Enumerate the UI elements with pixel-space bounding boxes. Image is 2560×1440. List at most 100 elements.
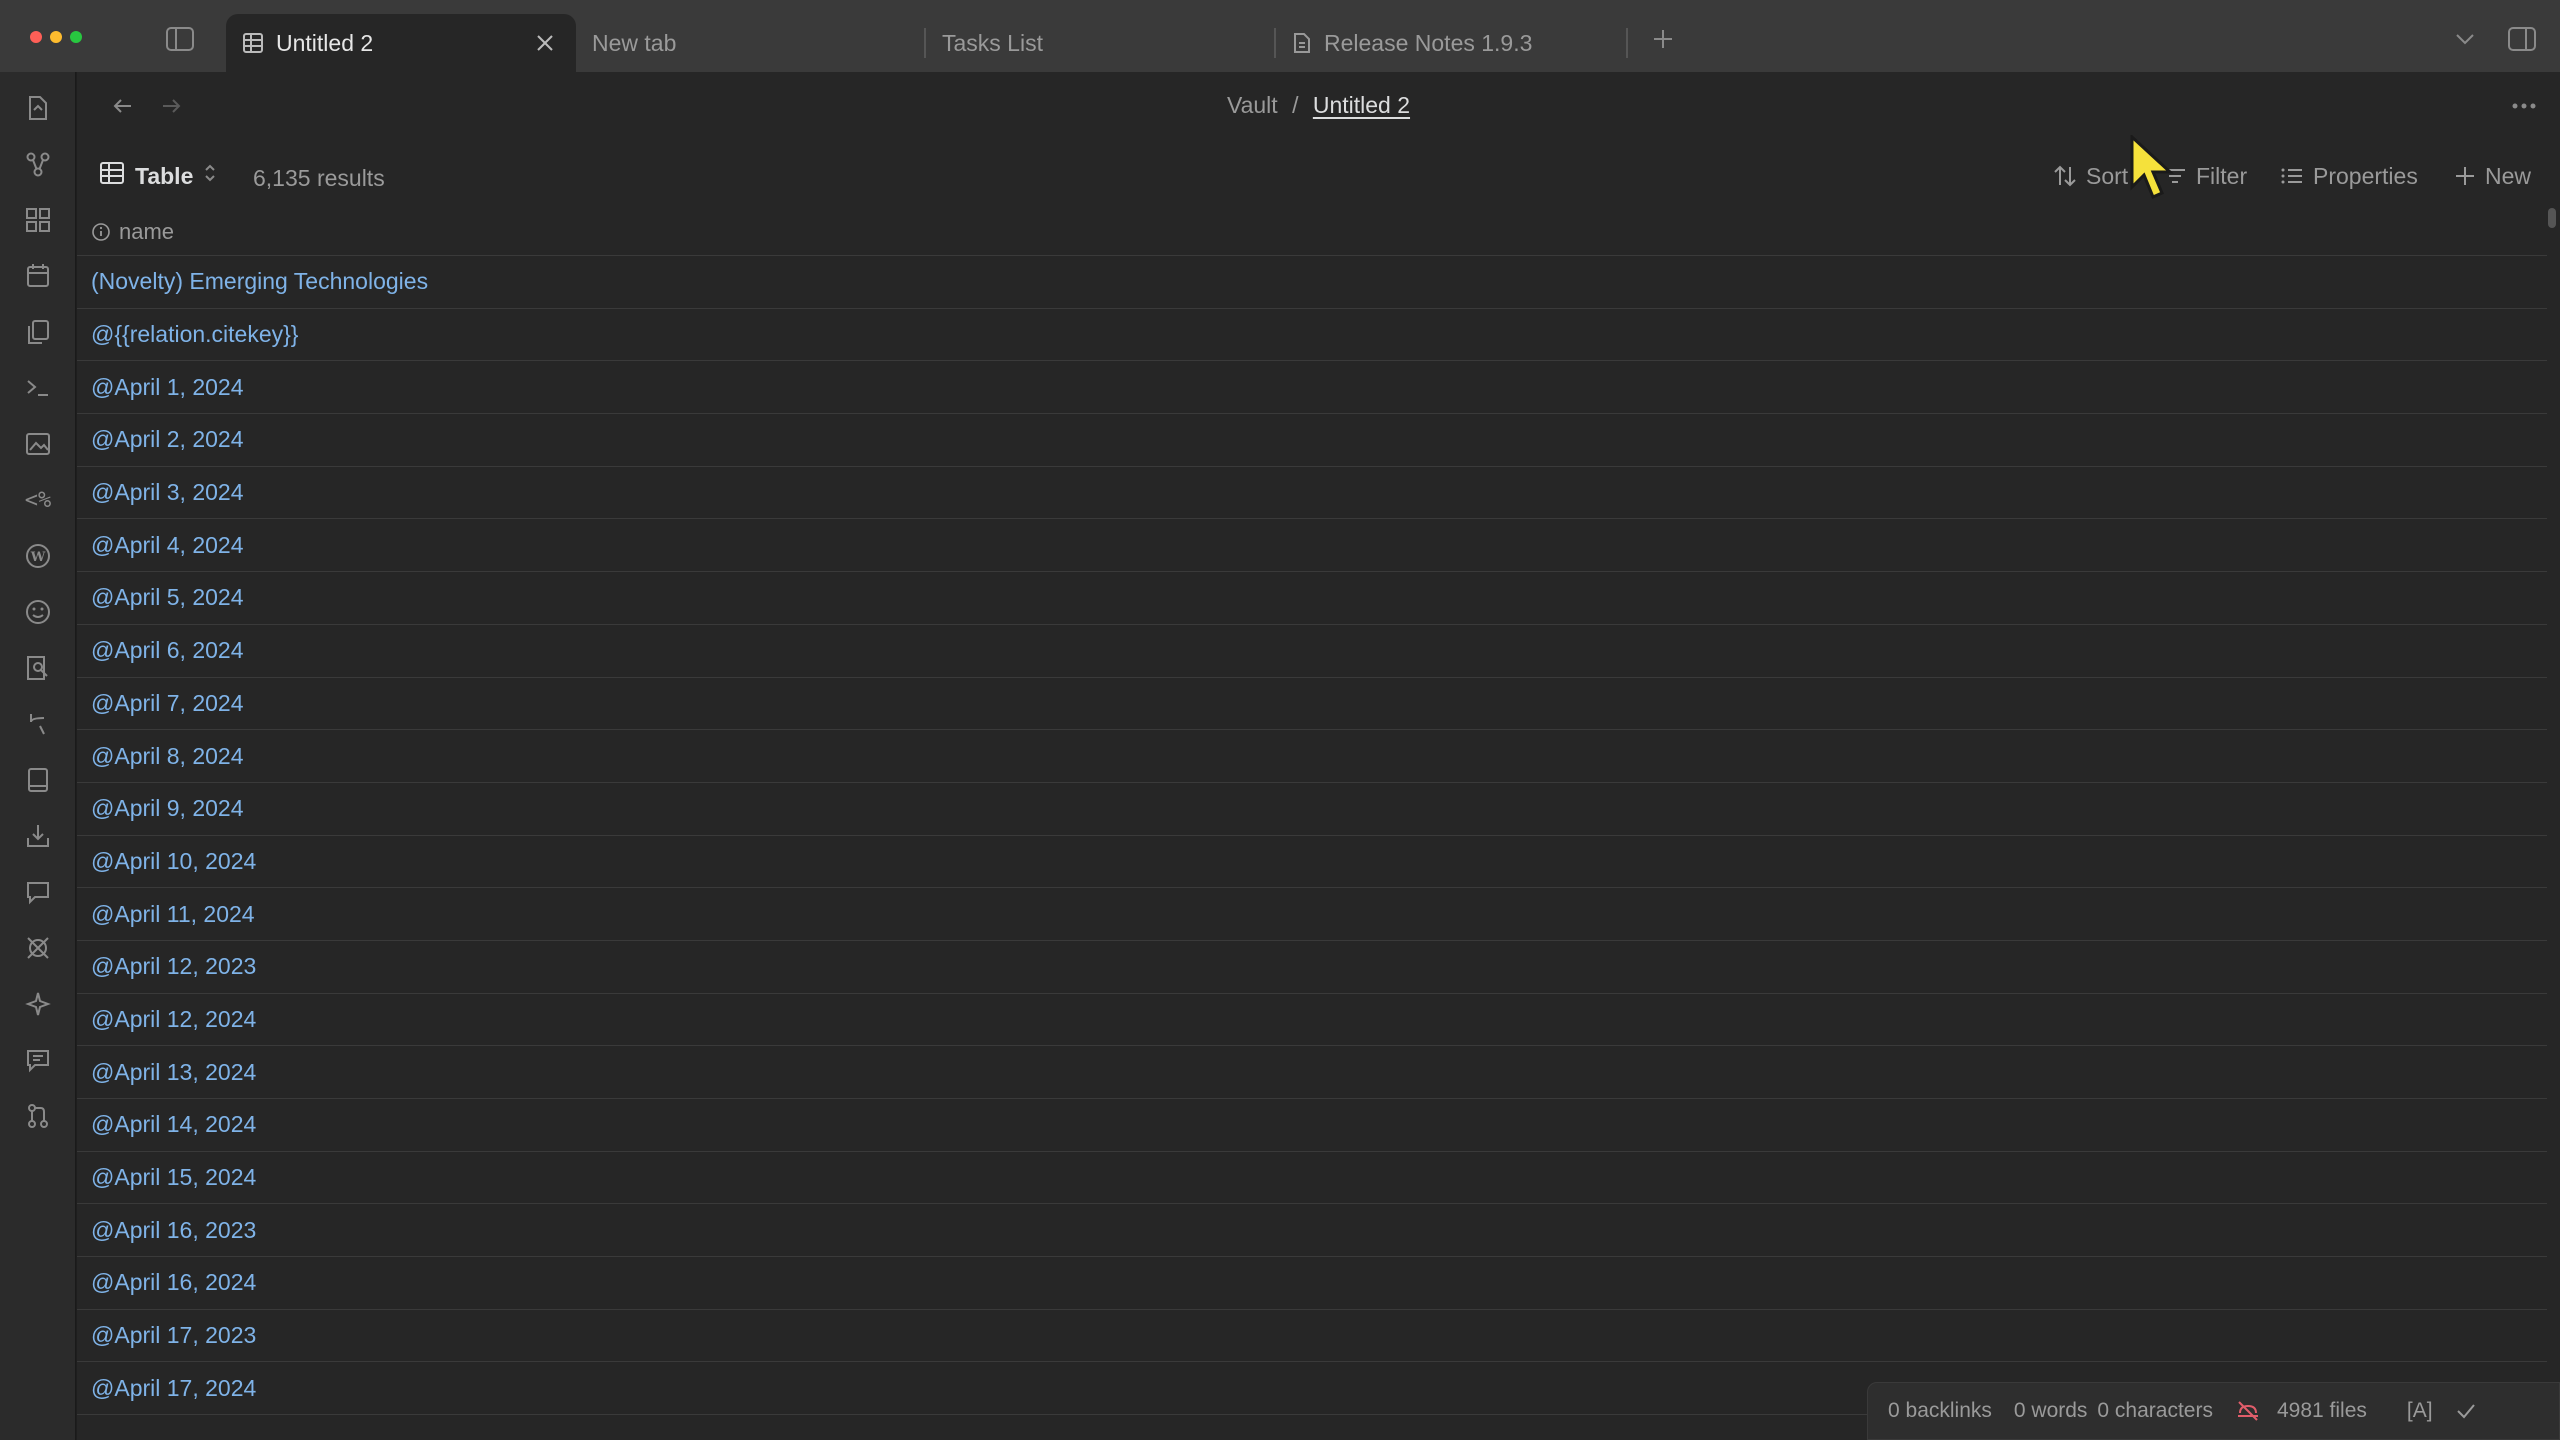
row-name-link[interactable]: @April 1, 2024: [91, 374, 244, 401]
comment-icon[interactable]: [22, 876, 54, 908]
row-name-link[interactable]: @April 6, 2024: [91, 637, 244, 664]
filter-button[interactable]: Filter: [2162, 158, 2247, 194]
breadcrumb-current[interactable]: Untitled 2: [1313, 92, 1410, 118]
row-name-link[interactable]: @April 2, 2024: [91, 426, 244, 453]
table-row[interactable]: @April 12, 2024: [77, 994, 2547, 1047]
breadcrumb: Vault / Untitled 2: [77, 92, 2560, 119]
table-row[interactable]: @April 7, 2024: [77, 678, 2547, 731]
table-row[interactable]: @April 5, 2024: [77, 572, 2547, 625]
table-row[interactable]: @April 11, 2024: [77, 888, 2547, 941]
wordpress-icon[interactable]: W: [22, 540, 54, 572]
row-name-link[interactable]: @April 4, 2024: [91, 532, 244, 559]
table-row[interactable]: @April 8, 2024: [77, 730, 2547, 783]
terminal-icon[interactable]: [22, 372, 54, 404]
row-name-link[interactable]: @April 15, 2024: [91, 1164, 256, 1191]
column-header-label: name: [119, 218, 175, 244]
sidebar-toggle-icon[interactable]: [162, 24, 198, 54]
smiley-icon[interactable]: [22, 596, 54, 628]
window-minimize-button[interactable]: [50, 31, 62, 43]
left-ribbon: <% W: [0, 72, 76, 1440]
row-name-link[interactable]: @April 13, 2024: [91, 1059, 256, 1086]
row-name-link[interactable]: @April 12, 2024: [91, 1006, 256, 1033]
image-icon[interactable]: [22, 428, 54, 460]
filter-label: Filter: [2196, 162, 2248, 189]
calendar-icon[interactable]: [22, 260, 54, 292]
open-file-icon[interactable]: [22, 92, 54, 124]
tab-untitled-2[interactable]: Untitled 2: [226, 14, 576, 72]
row-name-link[interactable]: @April 16, 2023: [91, 1217, 256, 1244]
row-name-link[interactable]: (Novelty) Emerging Technologies: [91, 268, 428, 295]
tab-new-tab[interactable]: New tab: [576, 14, 926, 72]
row-name-link[interactable]: @{{relation.citekey}}: [91, 321, 298, 348]
row-name-link[interactable]: @April 10, 2024: [91, 848, 256, 875]
copy-icon[interactable]: [22, 316, 54, 348]
table-row[interactable]: (Novelty) Emerging Technologies: [77, 256, 2547, 309]
row-name-link[interactable]: @April 7, 2024: [91, 690, 244, 717]
tab-label: Release Notes 1.9.3: [1324, 29, 1533, 56]
file-count[interactable]: 4981 files: [2277, 1399, 2367, 1423]
plus-icon[interactable]: [1646, 22, 1680, 56]
status-bar: 0 backlinks 0 words 0 characters 4981 fi…: [1867, 1382, 2560, 1440]
table-row[interactable]: @April 17, 2023: [77, 1310, 2547, 1363]
row-name-link[interactable]: @April 16, 2024: [91, 1269, 256, 1296]
table-row[interactable]: @April 16, 2024: [77, 1257, 2547, 1310]
git-icon[interactable]: [22, 1100, 54, 1132]
tablet-icon[interactable]: [22, 764, 54, 796]
templater-icon[interactable]: <%: [22, 484, 54, 516]
row-name-link[interactable]: @April 8, 2024: [91, 743, 244, 770]
table-row[interactable]: @April 1, 2024: [77, 361, 2547, 415]
row-name-link[interactable]: @April 3, 2024: [91, 479, 244, 506]
editor-mode[interactable]: [A]: [2407, 1399, 2433, 1423]
table-row[interactable]: @April 2, 2024: [77, 414, 2547, 467]
table-row[interactable]: @April 14, 2024: [77, 1099, 2547, 1152]
properties-button[interactable]: Properties: [2279, 158, 2418, 194]
tab-release-notes[interactable]: Release Notes 1.9.3: [1276, 14, 1626, 72]
table-row[interactable]: @April 15, 2024: [77, 1152, 2547, 1205]
window-maximize-button[interactable]: [70, 31, 82, 43]
table-row[interactable]: @April 13, 2024: [77, 1046, 2547, 1099]
graph-icon[interactable]: [22, 148, 54, 180]
list-icon: [2279, 163, 2305, 189]
row-name-link[interactable]: @April 17, 2024: [91, 1375, 256, 1402]
chevron-down-icon[interactable]: [2450, 24, 2480, 54]
book-search-icon[interactable]: [22, 652, 54, 684]
table-row[interactable]: @April 6, 2024: [77, 625, 2547, 678]
row-name-link[interactable]: @April 5, 2024: [91, 584, 244, 611]
character-count: 0 characters: [2097, 1399, 2213, 1422]
result-count: 6,135 results: [253, 165, 385, 191]
row-name-link[interactable]: @April 9, 2024: [91, 795, 244, 822]
column-header-name[interactable]: name: [77, 208, 2547, 256]
backlinks-count[interactable]: 0 backlinks: [1888, 1399, 1992, 1423]
row-name-link[interactable]: @April 14, 2024: [91, 1111, 256, 1138]
row-name-link[interactable]: @April 17, 2023: [91, 1322, 256, 1349]
scrollbar[interactable]: [2548, 208, 2556, 228]
close-icon[interactable]: [532, 30, 558, 56]
puzzle-icon[interactable]: [22, 932, 54, 964]
breadcrumb-root[interactable]: Vault: [1227, 92, 1278, 118]
table-row[interactable]: @April 10, 2024: [77, 836, 2547, 889]
sparkle-icon[interactable]: [22, 988, 54, 1020]
more-options-icon[interactable]: [2506, 90, 2542, 122]
check-icon[interactable]: [2455, 1400, 2477, 1422]
row-name-link[interactable]: @April 11, 2024: [91, 901, 255, 928]
tab-tasks-list[interactable]: Tasks List: [926, 14, 1276, 72]
sort-button[interactable]: Sort: [2052, 158, 2128, 194]
table-row[interactable]: @April 9, 2024: [77, 783, 2547, 836]
table-row[interactable]: @April 3, 2024: [77, 467, 2547, 520]
message-icon[interactable]: [22, 1044, 54, 1076]
window-close-button[interactable]: [30, 31, 42, 43]
row-name-link[interactable]: @April 12, 2023: [91, 953, 256, 980]
table-row[interactable]: @April 4, 2024: [77, 519, 2547, 573]
mouse-pointer-icon: [2128, 133, 2174, 205]
import-icon[interactable]: [22, 820, 54, 852]
table-row[interactable]: @April 12, 2023: [77, 941, 2547, 994]
sync-off-icon[interactable]: [2235, 1398, 2261, 1424]
tab-label: New tab: [592, 29, 677, 56]
branch-icon[interactable]: [22, 708, 54, 740]
canvas-icon[interactable]: [22, 204, 54, 236]
right-sidebar-toggle-icon[interactable]: [2505, 24, 2539, 54]
view-selector[interactable]: Table: [99, 158, 217, 194]
new-button[interactable]: New: [2453, 158, 2531, 194]
table-row[interactable]: @April 16, 2023: [77, 1204, 2547, 1258]
table-row[interactable]: @{{relation.citekey}}: [77, 309, 2547, 362]
